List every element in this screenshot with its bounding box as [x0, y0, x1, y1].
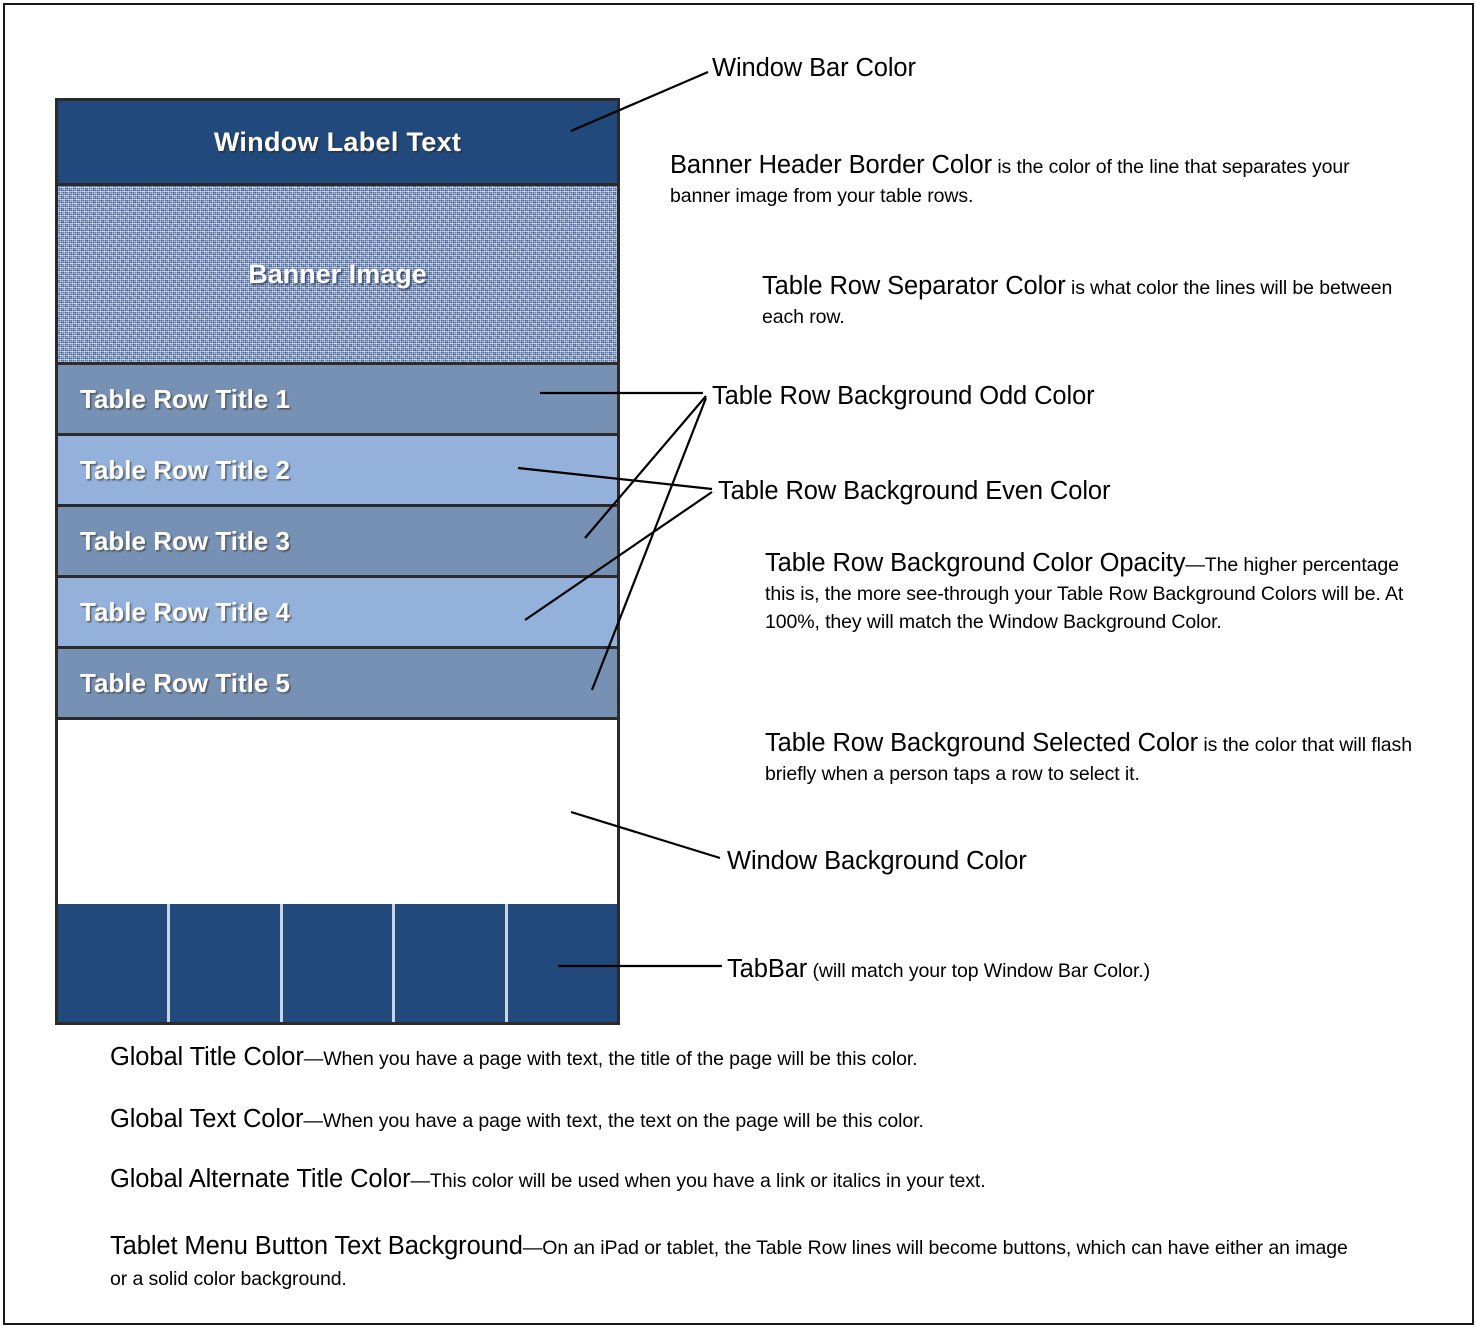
annotation-term: Table Row Background Even Color: [718, 477, 1111, 505]
annotation-table-row-background-color-opacity: Table Row Background Color Opacity—The h…: [765, 545, 1413, 637]
annotation-window-background-color: Window Background Color: [727, 843, 1287, 879]
table-row[interactable]: Table Row Title 3: [58, 507, 617, 578]
table-row[interactable]: Table Row Title 1: [58, 365, 617, 436]
note-term: Tablet Menu Button Text Background: [110, 1232, 523, 1260]
table-row-title: Table Row Title 3: [80, 525, 290, 556]
annotation-tabbar: TabBar (will match your top Window Bar C…: [727, 951, 1347, 987]
table-row-title: Table Row Title 1: [80, 383, 290, 414]
annotation-term: Table Row Background Odd Color: [712, 382, 1095, 410]
banner-image-label: Banner Image: [248, 258, 427, 289]
annotation-table-row-separator-color: Table Row Separator Color is what color …: [762, 268, 1410, 332]
annotation-term: Table Row Background Selected Color: [765, 729, 1199, 757]
note-term: Global Text Color: [110, 1105, 304, 1133]
table-row[interactable]: Table Row Title 5: [58, 649, 617, 720]
annotation-table-row-background-even-color: Table Row Background Even Color: [718, 473, 1278, 509]
annotation-term: Table Row Background Color Opacity: [765, 549, 1186, 577]
bottom-note-global-alternate-title-color: Global Alternate Title Color—This color …: [110, 1165, 1410, 1194]
diagram-page: Window Label Text Banner Image Table Row…: [0, 0, 1477, 1328]
table-row-title: Table Row Title 5: [80, 667, 290, 698]
note-desc: —When you have a page with text, the tex…: [303, 1110, 924, 1132]
tab-bar-item[interactable]: [170, 904, 280, 1022]
tab-bar: [58, 904, 618, 1022]
annotation-window-bar-color: Window Bar Color: [712, 50, 1272, 86]
bottom-note-global-title-color: Global Title Color—When you have a page …: [110, 1043, 1390, 1072]
bottom-note-global-text-color: Global Text Color—When you have a page w…: [110, 1105, 1390, 1134]
tab-bar-item[interactable]: [507, 904, 618, 1022]
bottom-note-tablet-menu-button-text-background: Tablet Menu Button Text Background—On an…: [110, 1227, 1360, 1295]
annotation-table-row-background-odd-color: Table Row Background Odd Color: [712, 378, 1272, 414]
window-label-text: Window Label Text: [213, 126, 462, 157]
table-row[interactable]: Table Row Title 2: [58, 436, 617, 507]
annotation-term: Banner Header Border Color: [670, 151, 992, 179]
banner-image: Banner Image: [58, 183, 617, 365]
annotation-banner-header-border-color: Banner Header Border Color is the color …: [670, 147, 1370, 211]
table-row[interactable]: Table Row Title 4: [58, 578, 617, 649]
table-rows: Table Row Title 1 Table Row Title 2 Tabl…: [58, 365, 617, 720]
note-desc: —When you have a page with text, the tit…: [303, 1048, 918, 1070]
window-bar: Window Label Text: [58, 101, 617, 183]
note-term: Global Title Color: [110, 1043, 304, 1071]
table-row-title: Table Row Title 4: [80, 596, 290, 627]
annotation-term: Window Bar Color: [712, 54, 916, 82]
note-desc: —This color will be used when you have a…: [410, 1170, 986, 1192]
window-background: [58, 720, 617, 900]
device-mockup: Window Label Text Banner Image Table Row…: [55, 98, 620, 1025]
annotation-term: Table Row Separator Color: [762, 272, 1066, 300]
annotation-desc: (will match your top Window Bar Color.): [807, 960, 1151, 982]
table-row-title: Table Row Title 2: [80, 454, 290, 485]
tab-bar-item[interactable]: [282, 904, 393, 1022]
annotation-table-row-background-selected-color: Table Row Background Selected Color is t…: [765, 725, 1413, 789]
tab-bar-item[interactable]: [58, 904, 168, 1022]
note-term: Global Alternate Title Color: [110, 1165, 411, 1193]
annotation-term: TabBar: [727, 955, 808, 983]
tab-bar-item[interactable]: [395, 904, 505, 1022]
annotation-term: Window Background Color: [727, 847, 1027, 875]
